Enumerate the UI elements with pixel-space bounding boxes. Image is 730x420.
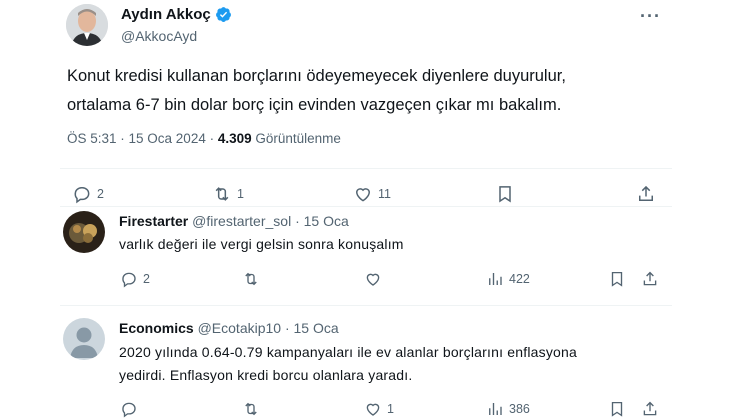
reply-button[interactable] [120, 400, 143, 418]
analytics-icon [489, 403, 502, 415]
reply-date[interactable]: · 15 Oca [295, 213, 349, 229]
retweet-icon [245, 402, 257, 416]
view-count: 4.309 [217, 131, 252, 146]
retweet-button[interactable] [242, 400, 265, 418]
like-count: 11 [378, 187, 391, 201]
reply-header: Economics @Ecotakip10 · 15 Oca [119, 320, 339, 336]
verified-badge-icon [215, 7, 231, 22]
author-name[interactable]: Aydın Akkoç [121, 6, 211, 23]
reply-icon [74, 187, 90, 204]
reply-icon [122, 272, 136, 288]
reply-avatar[interactable] [63, 318, 105, 360]
reply-count: 2 [97, 187, 104, 201]
share-button[interactable] [641, 270, 659, 288]
reply-button[interactable]: 2 [72, 184, 104, 204]
bookmark-icon [611, 271, 623, 287]
share-button[interactable] [641, 400, 659, 418]
author-name-row[interactable]: Aydın Akkoç [121, 6, 232, 23]
divider [60, 206, 672, 207]
heart-icon [366, 273, 380, 286]
bookmark-icon [611, 401, 623, 417]
reply-text: 2020 yılında 0.64-0.79 kampanyaları ile … [119, 341, 577, 387]
divider [60, 168, 672, 169]
bookmark-button[interactable] [608, 400, 626, 418]
tweet-timestamp[interactable]: ÖS 5:31 · 15 Oca 2024 · [67, 131, 218, 146]
share-icon [643, 271, 657, 286]
divider [60, 305, 672, 306]
share-button[interactable] [636, 184, 656, 204]
retweet-count: 1 [237, 187, 244, 201]
heart-icon [355, 188, 371, 202]
tweet-meta: ÖS 5:31 · 15 Oca 2024 · 4.309 Görüntülen… [67, 131, 341, 146]
share-icon [639, 185, 653, 201]
views-count: 422 [509, 272, 530, 286]
reply-text-line: yedirdi. Enflasyon kredi borcu olanlara … [119, 367, 413, 383]
retweet-button[interactable] [242, 270, 265, 288]
reply-button[interactable]: 2 [120, 270, 150, 288]
bookmark-button[interactable] [495, 184, 515, 204]
author-avatar[interactable] [66, 4, 108, 46]
reply-text-line: 2020 yılında 0.64-0.79 kampanyaları ile … [119, 344, 578, 360]
like-count: 1 [387, 402, 394, 416]
retweet-icon [245, 272, 257, 286]
tweet-text-line: ortalama 6-7 bin dolar borç için evinden… [67, 96, 562, 114]
reply-author-name[interactable]: Economics [119, 320, 194, 336]
more-options-icon[interactable]: ··· [640, 6, 661, 27]
analytics-icon [489, 273, 502, 285]
share-icon [643, 401, 657, 416]
like-button[interactable] [364, 270, 387, 288]
views-label: Görüntülenme [251, 131, 341, 146]
reply-header: Firestarter @firestarter_sol · 15 Oca [119, 213, 349, 229]
reply-count: 2 [143, 272, 150, 286]
like-button[interactable]: 11 [353, 184, 391, 204]
reply-avatar[interactable] [63, 211, 105, 253]
reply-date[interactable]: · 15 Oca [285, 320, 339, 336]
views-button[interactable]: 386 [486, 400, 530, 418]
retweet-button[interactable]: 1 [212, 184, 244, 204]
bookmark-icon [499, 186, 511, 203]
reply-author-name[interactable]: Firestarter [119, 213, 188, 229]
author-handle[interactable]: @AkkocAyd [121, 28, 197, 44]
reply-icon [122, 402, 136, 418]
reply-text: varlık değeri ile vergi gelsin sonra kon… [119, 236, 404, 252]
like-button[interactable]: 1 [364, 400, 394, 418]
tweet-text: Konut kredisi kullanan borçlarını ödeyem… [67, 62, 667, 120]
heart-icon [366, 403, 380, 416]
reply-author-handle[interactable]: @Ecotakip10 [198, 320, 281, 336]
reply-author-handle[interactable]: @firestarter_sol [192, 213, 291, 229]
bookmark-button[interactable] [608, 270, 626, 288]
views-button[interactable]: 422 [486, 270, 530, 288]
retweet-icon [215, 187, 229, 201]
views-count: 386 [509, 402, 530, 416]
tweet-text-line: Konut kredisi kullanan borçlarını ödeyem… [67, 67, 566, 85]
